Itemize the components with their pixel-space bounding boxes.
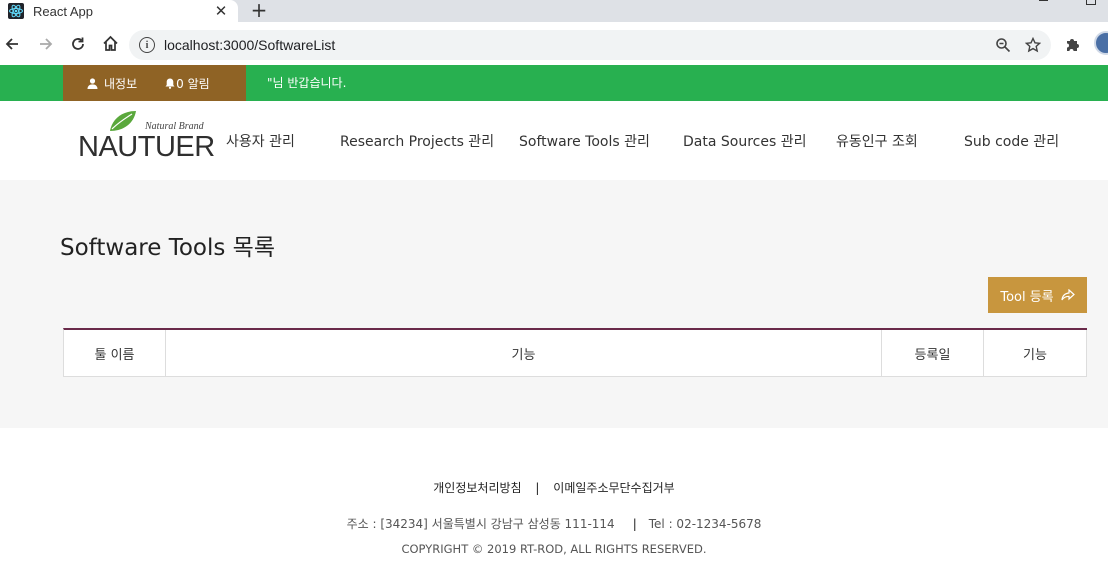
page-title: Software Tools 목록 [60, 235, 275, 261]
home-icon [102, 35, 118, 51]
tab-close-icon[interactable]: ✕ [212, 2, 230, 20]
home-button[interactable] [96, 30, 124, 58]
info-icon[interactable]: i [139, 37, 155, 53]
email-policy-link[interactable]: 이메일주소무단수집거부 [553, 481, 674, 495]
column-header-registered-date: 등록일 [882, 330, 984, 376]
new-tab-button[interactable]: + [249, 0, 269, 21]
my-info-label: 내정보 [104, 76, 138, 91]
footer-tel: Tel : 02-1234-5678 [648, 517, 762, 531]
software-tools-table: 툴 이름 기능 등록일 기능 [63, 328, 1087, 377]
extensions-puzzle-icon[interactable] [1064, 36, 1082, 54]
bell-icon [165, 78, 175, 89]
footer-address-line: 주소 : [34234] 서울특별시 강남구 삼성동 111-114 | Tel… [0, 515, 1108, 532]
browser-tab[interactable]: React App ✕ [0, 0, 238, 22]
nav-floating-population[interactable]: 유동인구 조회 [836, 131, 918, 151]
bookmark-star-icon[interactable] [1025, 37, 1041, 53]
address-bar[interactable]: i localhost:3000/SoftwareList [129, 30, 1051, 60]
minimize-button[interactable] [1016, 0, 1062, 10]
zoom-icon[interactable] [995, 37, 1011, 53]
share-arrow-icon [1061, 289, 1075, 301]
footer-copyright: COPYRIGHT © 2019 RT-ROD, ALL RIGHTS RESE… [401, 542, 707, 556]
welcome-message: "님 반갑습니다. [267, 76, 347, 90]
nav-software-tools[interactable]: Software Tools 관리 [519, 131, 650, 151]
maximize-button[interactable] [1062, 0, 1108, 10]
window-controls [1016, 0, 1108, 10]
footer-separator: | [535, 481, 540, 495]
back-arrow-icon [5, 37, 18, 50]
browser-tab-bar: React App ✕ + [0, 0, 1108, 22]
footer-address: 주소 : [34234] 서울특별시 강남구 삼성동 111-114 [346, 517, 615, 531]
user-icon [87, 77, 98, 89]
back-button[interactable] [0, 30, 26, 58]
forward-button[interactable] [32, 30, 60, 58]
leaf-icon [110, 111, 136, 131]
main-content: Software Tools 목록 Tool 등록 툴 이름 기능 등록일 기능 [0, 180, 1108, 428]
register-tool-label: Tool 등록 [1000, 289, 1054, 305]
top-utility-bar: 내정보 0 알림 "님 반갑습니다. [0, 65, 1108, 101]
alerts-link[interactable]: 0 알림 [165, 75, 210, 92]
browser-toolbar: i localhost:3000/SoftwareList [0, 22, 1108, 65]
nav-user-management[interactable]: 사용자 관리 [226, 131, 295, 151]
footer-links: 개인정보처리방침 | 이메일주소무단수집거부 [0, 479, 1108, 496]
column-header-actions: 기능 [984, 330, 1087, 376]
tab-title: React App [33, 3, 93, 19]
profile-avatar[interactable] [1094, 31, 1108, 55]
user-menu-area: 내정보 0 알림 [63, 65, 246, 101]
forward-arrow-icon [40, 37, 53, 50]
nav-data-sources[interactable]: Data Sources 관리 [683, 131, 806, 151]
alerts-label: 0 알림 [176, 76, 210, 91]
site-header: Natural Brand NAUTUER 사용자 관리 Research Pr… [0, 101, 1108, 180]
column-header-tool-name: 툴 이름 [64, 330, 166, 376]
site-footer: 개인정보처리방침 | 이메일주소무단수집거부 주소 : [34234] 서울특별… [0, 428, 1108, 575]
logo-name: NAUTUER [78, 131, 215, 163]
register-tool-button[interactable]: Tool 등록 [988, 277, 1087, 313]
reload-icon [72, 37, 84, 50]
url-text[interactable]: localhost:3000/SoftwareList [164, 37, 995, 53]
my-info-link[interactable]: 내정보 [87, 75, 137, 92]
nav-research-projects[interactable]: Research Projects 관리 [340, 131, 494, 151]
nav-sub-code[interactable]: Sub code 관리 [964, 131, 1059, 151]
privacy-policy-link[interactable]: 개인정보처리방침 [433, 481, 521, 495]
footer-address-separator: | [632, 517, 637, 531]
column-header-function: 기능 [166, 330, 882, 376]
react-icon [8, 3, 24, 19]
site-logo[interactable]: Natural Brand NAUTUER [78, 109, 215, 171]
reload-button[interactable] [64, 30, 92, 58]
